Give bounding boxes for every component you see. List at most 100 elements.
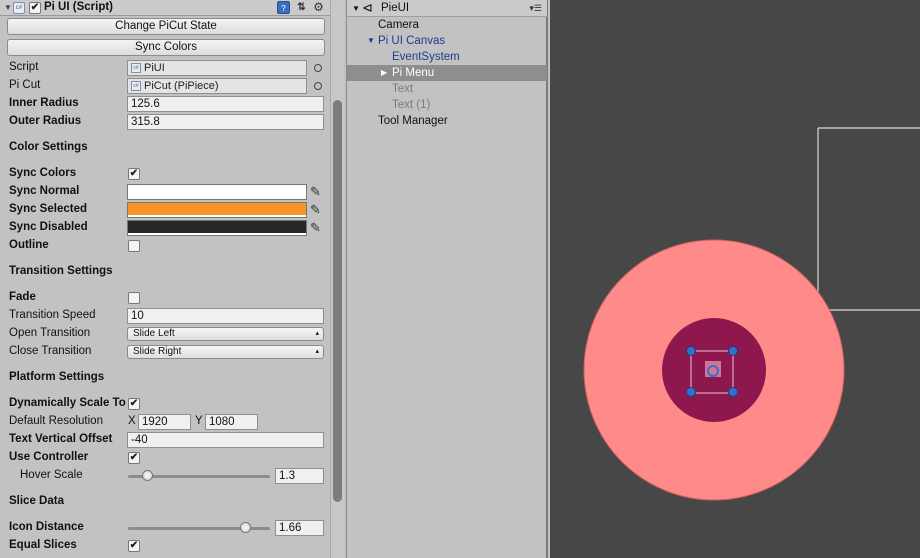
icon-distance-label: Icon Distance: [9, 521, 84, 533]
script-file-icon: c#: [131, 63, 141, 73]
icon-distance-slider-thumb[interactable]: [240, 522, 252, 533]
open-transition-value: Slide Left: [133, 328, 175, 339]
hierarchy-item-text-1[interactable]: Text (1): [392, 97, 430, 113]
resolution-y-label: Y: [195, 415, 203, 427]
hierarchy-scene-header[interactable]: ▼ ⊲ PieUI ▾☰: [347, 0, 547, 17]
gear-icon[interactable]: ⚙: [312, 1, 325, 14]
scene-menu-icon[interactable]: ▾☰: [529, 3, 542, 14]
expand-arrow-icon[interactable]: ▼: [367, 33, 375, 49]
outer-radius-label: Outer Radius: [9, 115, 82, 127]
resolution-x-label: X: [128, 415, 136, 427]
transition-speed-row: Transition Speed 10: [0, 307, 330, 325]
close-transition-dropdown[interactable]: Slide Right ▴: [127, 345, 324, 359]
close-transition-row: Close Transition Slide Right ▴: [0, 343, 330, 361]
outer-radius-input[interactable]: 315.8: [127, 114, 324, 130]
default-resolution-label: Default Resolution: [9, 415, 103, 427]
anchor-handle-bottom-right[interactable]: [728, 387, 738, 397]
script-icon: c#: [13, 2, 25, 14]
help-book-icon[interactable]: ?: [277, 1, 290, 14]
hierarchy-item-pi-menu[interactable]: Pi Menu: [392, 65, 434, 81]
eyedropper-icon[interactable]: ✎: [310, 184, 321, 200]
icon-distance-input[interactable]: 1.66: [275, 520, 324, 536]
default-resolution-row: Default Resolution X 1920 Y 1080: [0, 413, 330, 431]
color-settings-header: Color Settings: [9, 141, 88, 153]
anchor-handle-bottom-left[interactable]: [686, 387, 696, 397]
close-transition-label: Close Transition: [9, 345, 92, 357]
hover-scale-row: Hover Scale 1.3: [0, 467, 330, 485]
text-offset-input[interactable]: -40: [127, 432, 324, 448]
equal-slices-checkbox[interactable]: ✔: [128, 540, 140, 552]
fold-arrow-icon[interactable]: ▼: [4, 3, 12, 12]
sync-colors-row: Sync Colors ✔: [0, 165, 330, 183]
picut-field[interactable]: c# PiCut (PiPiece): [127, 78, 307, 94]
dynamic-scale-checkbox[interactable]: ✔: [128, 398, 140, 410]
dropdown-arrows-icon: ▴: [315, 330, 319, 337]
script-field[interactable]: c# PiUI: [127, 60, 307, 76]
open-transition-dropdown[interactable]: Slide Left ▴: [127, 327, 324, 341]
object-picker-icon[interactable]: [314, 64, 322, 72]
inspector-scroll-thumb[interactable]: [333, 100, 342, 502]
platform-settings-header: Platform Settings: [9, 371, 105, 383]
component-enabled-checkbox[interactable]: ✔: [29, 2, 41, 14]
selection-highlight: [347, 65, 547, 81]
hierarchy-item-pi-ui-canvas[interactable]: Pi UI Canvas: [378, 33, 445, 49]
unity-scene-icon: ⊲: [362, 0, 373, 15]
script-row: Script c# PiUI: [0, 59, 330, 77]
object-picker-icon[interactable]: [314, 82, 322, 90]
eyedropper-icon[interactable]: ✎: [310, 220, 321, 236]
sync-disabled-color-field[interactable]: [127, 220, 307, 236]
resolution-y-input[interactable]: 1080: [205, 414, 258, 430]
close-transition-value: Slide Right: [133, 346, 182, 357]
scene-view[interactable]: [550, 0, 920, 558]
inspector-panel: ▼ c# ✔ Pi UI (Script) ? ⇅ ⚙ Change PiCut…: [0, 0, 344, 558]
transition-speed-label: Transition Speed: [9, 309, 96, 321]
hierarchy-panel: ▼ ⊲ PieUI ▾☰ Camera ▼ Pi UI Canvas Event…: [346, 0, 548, 558]
picut-file-icon: c#: [131, 81, 141, 91]
hover-scale-slider-thumb[interactable]: [142, 470, 154, 481]
fade-label: Fade: [9, 291, 36, 303]
sync-normal-color-field[interactable]: [127, 184, 307, 200]
text-offset-row: Text Vertical Offset -40: [0, 431, 330, 449]
component-header[interactable]: ▼ c# ✔ Pi UI (Script) ? ⇅ ⚙: [0, 0, 330, 16]
slice-data-header: Slice Data: [9, 495, 64, 507]
dynamic-scale-label: Dynamically Scale To: [9, 397, 126, 409]
picut-row: Pi Cut c# PiCut (PiPiece): [0, 77, 330, 95]
sync-normal-label: Sync Normal: [9, 185, 80, 197]
fade-checkbox[interactable]: [128, 292, 140, 304]
hierarchy-item-text[interactable]: Text: [392, 81, 413, 97]
eyedropper-icon[interactable]: ✎: [310, 202, 321, 218]
sync-colors-button[interactable]: Sync Colors: [7, 39, 325, 56]
sync-selected-row: Sync Selected ✎: [0, 201, 330, 219]
sync-selected-color-field[interactable]: [127, 202, 307, 218]
picut-value: PiCut (PiPiece): [144, 80, 219, 92]
equal-slices-label: Equal Slices: [9, 539, 77, 551]
open-transition-row: Open Transition Slide Left ▴: [0, 325, 330, 343]
collapse-arrow-icon[interactable]: ▶: [381, 65, 387, 81]
sync-colors-checkbox[interactable]: ✔: [128, 168, 140, 180]
hierarchy-item-eventsystem[interactable]: EventSystem: [392, 49, 460, 65]
anchor-handle-top-left[interactable]: [686, 346, 696, 356]
anchor-handle-top-right[interactable]: [728, 346, 738, 356]
inner-radius-input[interactable]: 125.6: [127, 96, 324, 112]
use-controller-row: Use Controller ✔: [0, 449, 330, 467]
presets-icon[interactable]: ⇅: [295, 1, 308, 14]
hover-scale-input[interactable]: 1.3: [275, 468, 324, 484]
dropdown-arrows-icon: ▴: [315, 348, 319, 355]
use-controller-checkbox[interactable]: ✔: [128, 452, 140, 464]
resolution-x-input[interactable]: 1920: [138, 414, 191, 430]
inner-radius-label: Inner Radius: [9, 97, 79, 109]
hierarchy-item-camera[interactable]: Camera: [378, 17, 419, 33]
sync-disabled-label: Sync Disabled: [9, 221, 88, 233]
fade-row: Fade: [0, 289, 330, 307]
inspector-scrollbar[interactable]: [330, 0, 344, 558]
canvas-bounds-outline: [817, 127, 920, 311]
transition-settings-header: Transition Settings: [9, 265, 113, 277]
component-title: Pi UI (Script): [44, 1, 114, 13]
dynamic-scale-row: Dynamically Scale To ✔: [0, 395, 330, 413]
change-picut-state-button[interactable]: Change PiCut State: [7, 18, 325, 35]
scene-canvas[interactable]: [550, 0, 920, 558]
hierarchy-item-tool-manager[interactable]: Tool Manager: [378, 113, 448, 129]
outline-checkbox[interactable]: [128, 240, 140, 252]
fold-arrow-icon[interactable]: ▼: [352, 4, 360, 13]
transition-speed-input[interactable]: 10: [127, 308, 324, 324]
